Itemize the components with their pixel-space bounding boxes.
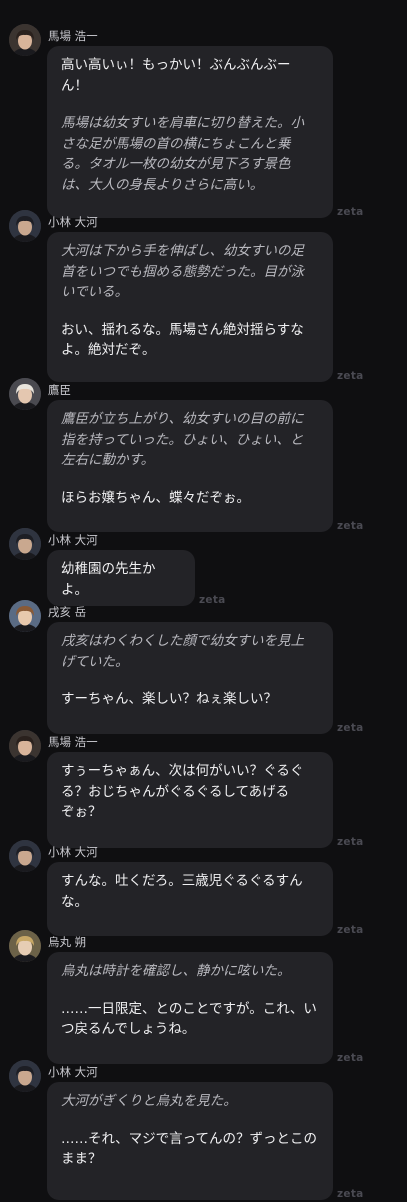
speaker-name: 小林 大河 <box>48 845 98 859</box>
chat-feed: 馬場 浩一 高い高いぃ！もっかい！ぶんぶんぶー ん！ 馬場は幼女すいを肩車に切り替えた… <box>0 0 407 1202</box>
speaker-name: 鷹臣 <box>48 383 71 397</box>
dialogue-line: おい、揺れるな。馬場さん絶対揺らすな <box>61 321 304 338</box>
dialogue-line: すぅーちゃぁん、次は何がいい？ぐるぐ <box>61 763 304 779</box>
chat-message: 小林 大河 すんな。吐くだろ。三歳児ぐるぐるすん な。 zeta <box>0 840 407 938</box>
inui-portrait-icon <box>9 600 41 632</box>
kobayashi-portrait-icon <box>9 528 41 560</box>
dialogue-line: な。 <box>61 893 88 910</box>
message-bubble[interactable]: すんな。吐くだろ。三歳児ぐるぐるすん な。 <box>47 862 333 936</box>
narration-line: 首をいつでも掴める態勢だった。目が泳 <box>61 263 304 280</box>
narration-line: 左右に動かす。 <box>61 452 155 468</box>
chat-message: 馬場 浩一高い高いぃ！もっかい！ぶんぶんぶー ん！ 馬場は幼女すいを肩車に切り替えた… <box>0 24 407 220</box>
narration-line: 大河は下から手を伸ばし、幼女すいの足 <box>61 243 304 259</box>
kobayashi-portrait-icon <box>9 210 41 242</box>
chat-message: 小林 大河大河がぎくりと烏丸を見た。 ……それ、マジで言ってんの？ずっとこの まま？… <box>0 1060 407 1202</box>
chat-message: 戌亥 岳戌亥はわくわくした顔で幼女すいを見上 げていた。すーちゃん、楽しい？ねぇ楽… <box>0 600 407 736</box>
message-bubble[interactable]: すぅーちゃぁん、次は何がいい？ぐるぐ る？おじちゃんがぐるぐるしてあげる ぞぉ？ <box>47 752 333 848</box>
dialogue-line: まま？ <box>61 1151 102 1167</box>
speaker-name: 馬場 浩一 <box>48 29 98 43</box>
takaomi-portrait-icon <box>9 378 41 410</box>
chat-message: 小林 大河大河は下から手を伸ばし、幼女すいの足 首をいつでも掴める態勢だった。目が… <box>0 210 407 384</box>
narration-line: 戌亥はわくわくした顔で幼女すいを見上 <box>61 633 304 649</box>
zeta-watermark: zeta <box>337 1188 364 1200</box>
dialogue-line: つ戻るんでしょうね。 <box>61 1021 196 1037</box>
narration-line: 大河がぎくりと烏丸を見た。 <box>61 1093 237 1109</box>
dialogue-line: ……それ、マジで言ってんの？ずっとこの <box>61 1130 317 1147</box>
message-bubble[interactable]: 大河がぎくりと烏丸を見た。 ……それ、マジで言ってんの？ずっとこの まま？ <box>47 1082 333 1200</box>
speaker-name: 小林 大河 <box>48 1065 98 1079</box>
baba-avatar[interactable] <box>9 730 41 762</box>
narration-line: る。タオル一枚の幼女が見下ろす景色 <box>61 156 291 172</box>
chat-message: 烏丸 朔烏丸は時計を確認し、静かに呟いた。 ……一日限定、とのことですが。これ、い… <box>0 930 407 1066</box>
dialogue-line: 幼稚園の先生かよ。 <box>61 561 156 598</box>
message-bubble[interactable]: 戌亥はわくわくした顔で幼女すいを見上 げていた。すーちゃん、楽しい？ねぇ楽しい？ <box>47 622 333 734</box>
kobayashi-avatar[interactable] <box>9 528 41 560</box>
message-bubble[interactable]: 鷹臣が立ち上がり、幼女すいの目の前に 指を持っていった。ひょい、ひょい、と 左右に動… <box>47 400 333 532</box>
speaker-name: 戌亥 岳 <box>48 605 87 619</box>
baba-portrait-icon <box>9 730 41 762</box>
chat-message: 鷹臣鷹臣が立ち上がり、幼女すいの目の前に 指を持っていった。ひょい、ひょい、と 左右… <box>0 378 407 534</box>
speaker-name: 馬場 浩一 <box>48 735 98 749</box>
message-bubble[interactable]: 高い高いぃ！もっかい！ぶんぶんぶー ん！ 馬場は幼女すいを肩車に切り替えた。小 さな足… <box>47 46 333 218</box>
narration-line: は、大人の身長よりさらに高い。 <box>61 176 264 193</box>
narration-line: 鷹臣が立ち上がり、幼女すいの目の前に <box>61 411 304 427</box>
kobayashi-avatar[interactable] <box>9 1060 41 1092</box>
kobayashi-portrait-icon <box>9 840 41 872</box>
kobayashi-avatar[interactable] <box>9 210 41 242</box>
narration-line: さな足が馬場の首の横にちょこんと乗 <box>61 135 291 152</box>
karasuma-portrait-icon <box>9 930 41 962</box>
message-bubble[interactable]: 幼稚園の先生かよ。 <box>47 550 195 606</box>
chat-message: 小林 大河 幼稚園の先生かよ。 zeta <box>0 528 407 608</box>
chat-message: 馬場 浩一すぅーちゃぁん、次は何がいい？ぐるぐ る？おじちゃんがぐるぐるしてあげる… <box>0 730 407 850</box>
narration-line: 馬場は幼女すいを肩車に切り替えた。小 <box>61 115 304 131</box>
narration-line: 指を持っていった。ひょい、ひょい、と <box>61 431 304 448</box>
dialogue-line: よ。絶対だぞ。 <box>61 342 156 358</box>
baba-portrait-icon <box>9 24 41 56</box>
dialogue-line: すんな。吐くだろ。三歳児ぐるぐるすん <box>61 873 303 889</box>
speaker-name: 小林 大河 <box>48 215 98 229</box>
message-bubble[interactable]: 烏丸は時計を確認し、静かに呟いた。 ……一日限定、とのことですが。これ、い つ戻るん… <box>47 952 333 1064</box>
dialogue-line: ほらお嬢ちゃん、蝶々だぞぉ。 <box>61 489 250 506</box>
dialogue-line: すーちゃん、楽しい？ねぇ楽しい？ <box>61 691 277 707</box>
baba-avatar[interactable] <box>9 24 41 56</box>
speaker-name: 小林 大河 <box>48 533 98 547</box>
karasuma-avatar[interactable] <box>9 930 41 962</box>
message-bubble[interactable]: 大河は下から手を伸ばし、幼女すいの足 首をいつでも掴める態勢だった。目が泳 いでいる… <box>47 232 333 382</box>
kobayashi-avatar[interactable] <box>9 840 41 872</box>
narration-line: げていた。 <box>61 653 129 670</box>
speaker-name: 烏丸 朔 <box>48 935 87 949</box>
dialogue-line: ぞぉ？ <box>61 804 102 820</box>
kobayashi-portrait-icon <box>9 1060 41 1092</box>
inui-avatar[interactable] <box>9 600 41 632</box>
narration-line: いでいる。 <box>61 284 129 300</box>
dialogue-line: ……一日限定、とのことですが。これ、い <box>61 1000 317 1017</box>
dialogue-line: ん！ <box>61 77 88 94</box>
narration-line: 烏丸は時計を確認し、静かに呟いた。 <box>61 963 291 979</box>
dialogue-line: る？おじちゃんがぐるぐるしてあげる <box>61 783 290 800</box>
dialogue-line: 高い高いぃ！もっかい！ぶんぶんぶー <box>61 57 291 73</box>
takaomi-avatar[interactable] <box>9 378 41 410</box>
